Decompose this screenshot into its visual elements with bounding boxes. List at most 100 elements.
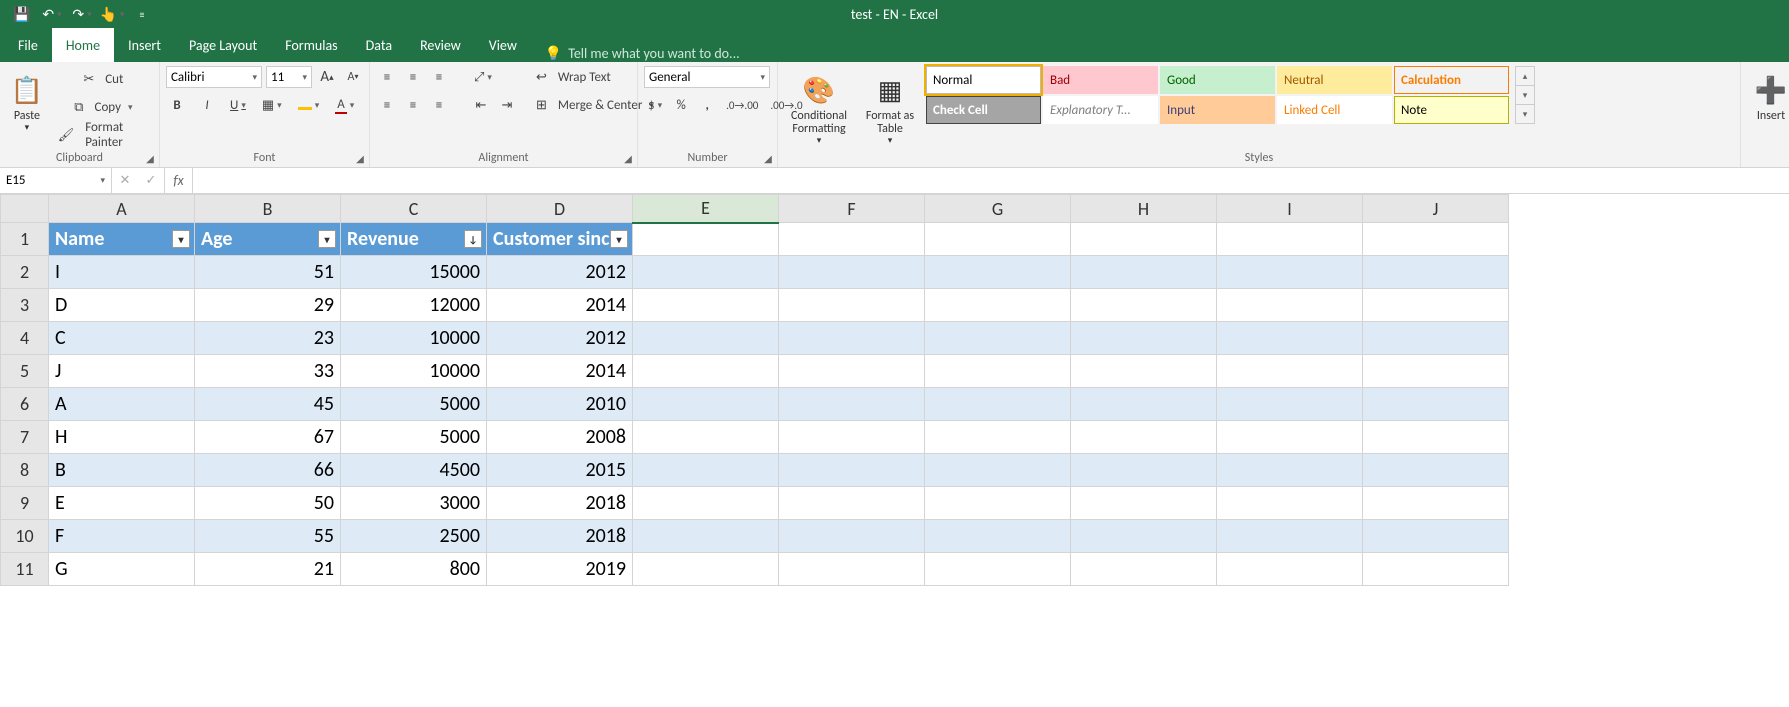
align-middle-button[interactable]: ≡	[402, 66, 424, 88]
cell[interactable]	[1217, 289, 1363, 322]
cell[interactable]: 2014	[487, 289, 633, 322]
column-header-H[interactable]: H	[1071, 195, 1217, 223]
font-size-combo[interactable]: 11▾	[266, 66, 312, 88]
increase-indent-button[interactable]: ⇥	[496, 94, 518, 116]
style-linked-cell[interactable]: Linked Cell	[1277, 96, 1392, 124]
cell[interactable]	[1071, 487, 1217, 520]
row-header-11[interactable]: 11	[1, 553, 49, 586]
column-header-G[interactable]: G	[925, 195, 1071, 223]
cell[interactable]	[1217, 223, 1363, 256]
filter-button[interactable]: ▾	[172, 230, 190, 248]
cell[interactable]: 12000	[341, 289, 487, 322]
style-neutral[interactable]: Neutral	[1277, 66, 1392, 94]
undo-button[interactable]: ↶	[38, 2, 66, 26]
cell[interactable]	[633, 256, 779, 289]
cell[interactable]	[1071, 355, 1217, 388]
cell[interactable]: 66	[195, 454, 341, 487]
cell[interactable]	[633, 388, 779, 421]
style-good[interactable]: Good	[1160, 66, 1275, 94]
gallery-down-icon[interactable]: ▾	[1516, 86, 1534, 105]
cell[interactable]: I	[49, 256, 195, 289]
cell[interactable]: 4500	[341, 454, 487, 487]
row-header-5[interactable]: 5	[1, 355, 49, 388]
select-all-corner[interactable]	[1, 195, 49, 223]
cell[interactable]: 2019	[487, 553, 633, 586]
style-explanatory-t-[interactable]: Explanatory T...	[1043, 96, 1158, 124]
cell[interactable]	[633, 520, 779, 553]
column-header-D[interactable]: D	[487, 195, 633, 223]
cell[interactable]	[779, 520, 925, 553]
clipboard-dialog-launcher[interactable]: ◢	[143, 151, 157, 165]
cell[interactable]	[1217, 421, 1363, 454]
cell[interactable]	[1071, 289, 1217, 322]
cell[interactable]	[1363, 454, 1509, 487]
cell[interactable]	[779, 289, 925, 322]
worksheet-grid[interactable]: ABCDEFGHIJ 1Name▾Age▾Revenue↓Customer si…	[0, 194, 1789, 586]
tell-me-search[interactable]: 💡 Tell me what you want to do...	[531, 45, 754, 62]
tab-formulas[interactable]: Formulas	[271, 28, 351, 62]
style-calculation[interactable]: Calculation	[1394, 66, 1509, 94]
style-input[interactable]: Input	[1160, 96, 1275, 124]
cell[interactable]: 45	[195, 388, 341, 421]
cell[interactable]	[1363, 355, 1509, 388]
name-box[interactable]: E15 ▾	[0, 168, 112, 193]
align-left-button[interactable]: ≡	[376, 94, 398, 116]
column-header-F[interactable]: F	[779, 195, 925, 223]
filter-button[interactable]: ▾	[318, 230, 336, 248]
cell[interactable]	[779, 487, 925, 520]
filter-button[interactable]: ▾	[610, 230, 628, 248]
cell[interactable]: 2015	[487, 454, 633, 487]
cell[interactable]	[633, 322, 779, 355]
style-normal[interactable]: Normal	[926, 66, 1041, 94]
row-header-10[interactable]: 10	[1, 520, 49, 553]
cell[interactable]: 2012	[487, 256, 633, 289]
cell[interactable]	[779, 388, 925, 421]
row-header-9[interactable]: 9	[1, 487, 49, 520]
font-dialog-launcher[interactable]: ◢	[353, 151, 367, 165]
decrease-indent-button[interactable]: ⇤	[470, 94, 492, 116]
cell[interactable]	[1363, 256, 1509, 289]
cell[interactable]	[633, 289, 779, 322]
cell[interactable]	[925, 553, 1071, 586]
gallery-up-icon[interactable]: ▴	[1516, 67, 1534, 86]
save-button[interactable]: 💾	[8, 2, 36, 26]
row-header-8[interactable]: 8	[1, 454, 49, 487]
align-top-button[interactable]: ≡	[376, 66, 398, 88]
cell[interactable]	[633, 223, 779, 256]
column-header-E[interactable]: E	[633, 195, 779, 223]
bold-button[interactable]: B	[166, 94, 188, 116]
column-header-B[interactable]: B	[195, 195, 341, 223]
cell[interactable]: 67	[195, 421, 341, 454]
tab-file[interactable]: File	[4, 28, 52, 62]
gallery-expand-icon[interactable]: ▾	[1516, 105, 1534, 123]
format-painter-button[interactable]: 🖌 Format Painter	[54, 124, 153, 146]
cell[interactable]	[925, 388, 1071, 421]
cell[interactable]: 2018	[487, 487, 633, 520]
cell[interactable]	[925, 223, 1071, 256]
cell[interactable]: 3000	[341, 487, 487, 520]
row-header-6[interactable]: 6	[1, 388, 49, 421]
style-bad[interactable]: Bad	[1043, 66, 1158, 94]
table-header-revenue[interactable]: Revenue↓	[341, 223, 487, 256]
cell[interactable]: 2008	[487, 421, 633, 454]
cell[interactable]	[925, 520, 1071, 553]
cell[interactable]	[1217, 520, 1363, 553]
row-header-1[interactable]: 1	[1, 223, 49, 256]
cell[interactable]	[1363, 487, 1509, 520]
cell[interactable]: 2500	[341, 520, 487, 553]
cell[interactable]	[779, 421, 925, 454]
percent-format-button[interactable]: %	[670, 94, 692, 116]
cell[interactable]: 29	[195, 289, 341, 322]
column-header-A[interactable]: A	[49, 195, 195, 223]
namebox-dropdown-icon[interactable]: ▾	[100, 175, 105, 186]
cell[interactable]	[1071, 454, 1217, 487]
cell[interactable]: 23	[195, 322, 341, 355]
cell[interactable]: 2010	[487, 388, 633, 421]
tab-data[interactable]: Data	[352, 28, 406, 62]
comma-format-button[interactable]: ,	[696, 94, 718, 116]
cell[interactable]	[779, 355, 925, 388]
cell[interactable]	[1071, 388, 1217, 421]
formula-input[interactable]	[193, 168, 1789, 193]
cell[interactable]: 2012	[487, 322, 633, 355]
cell[interactable]: 5000	[341, 388, 487, 421]
